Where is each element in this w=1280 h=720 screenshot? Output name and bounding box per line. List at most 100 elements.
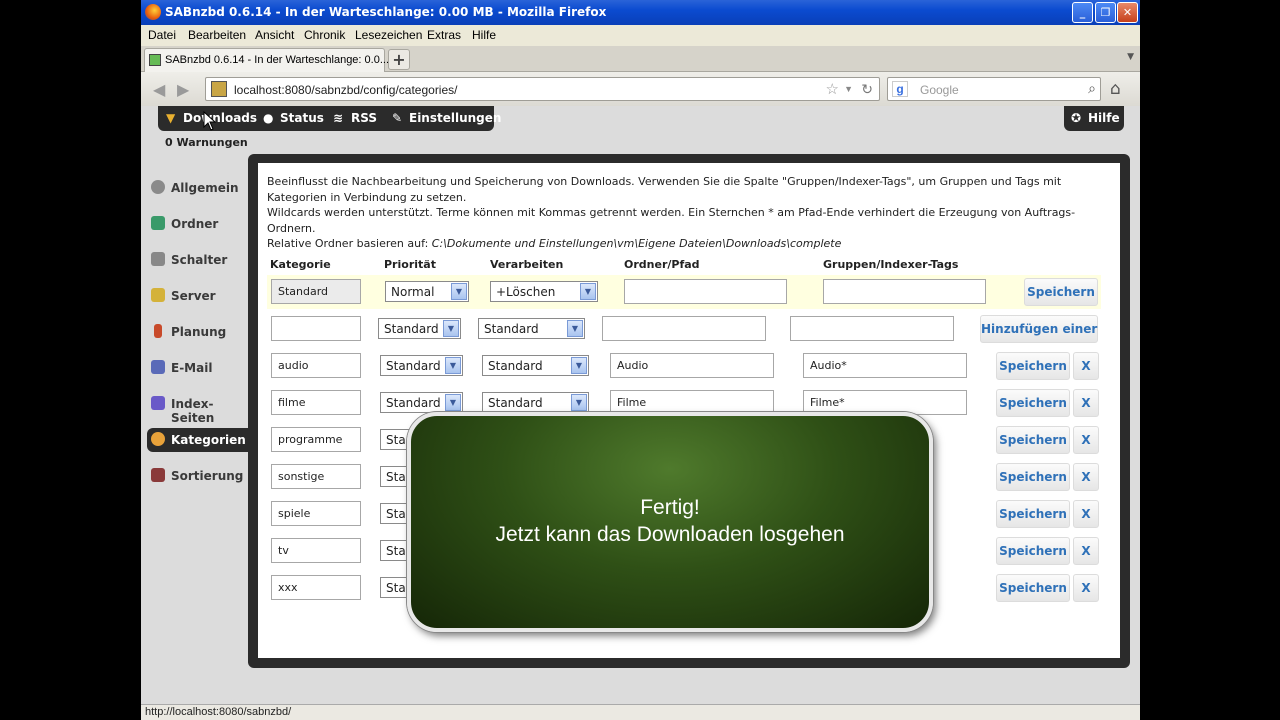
process-select[interactable]: +Löschen ▼ — [490, 281, 598, 302]
save-button[interactable]: Speichern — [996, 389, 1070, 417]
tags-field[interactable]: Audio* — [803, 353, 967, 378]
mail-icon — [151, 360, 165, 374]
nav-status[interactable]: Status — [280, 111, 324, 125]
delete-button[interactable]: X — [1073, 352, 1099, 380]
category-name-field[interactable]: programme — [271, 427, 361, 452]
back-arrow-icon[interactable]: ◀ — [153, 80, 165, 99]
save-button[interactable]: Speichern — [996, 537, 1070, 565]
home-icon[interactable]: ⌂ — [1110, 79, 1121, 99]
forward-arrow-icon[interactable]: ▶ — [177, 80, 189, 99]
save-button[interactable]: Speichern — [996, 352, 1070, 380]
search-icon[interactable]: ⌕ — [1088, 80, 1096, 97]
header-gruppen-tags: Gruppen/Indexer-Tags — [823, 258, 959, 271]
delete-button[interactable]: X — [1073, 537, 1099, 565]
table-row: audio Standard ▼ Standard ▼ Audio Audio* S… — [267, 349, 1101, 383]
sidebar-item-email[interactable]: E-Mail — [147, 356, 247, 380]
sidebar-item-label: E-Mail — [171, 361, 213, 375]
history-dropdown-icon[interactable]: ▼ — [844, 84, 853, 94]
menu-bearbeiten[interactable]: Bearbeiten — [188, 28, 246, 42]
delete-button[interactable]: X — [1073, 574, 1099, 602]
sidebar-item-label: Allgemein — [171, 181, 239, 195]
browser-tab[interactable]: SABnzbd 0.6.14 - In der Warteschlange: 0… — [144, 48, 389, 72]
category-name-field[interactable]: tv — [271, 538, 361, 563]
bookmark-star-icon[interactable]: ☆ — [826, 80, 839, 98]
tab-list-arrow-icon[interactable]: ▼ — [1127, 52, 1134, 62]
description: Beeinflusst die Nachbearbeitung und Spei… — [267, 174, 1107, 252]
priority-select[interactable]: Standard ▼ — [380, 392, 463, 413]
sabnzbd-favicon-icon — [149, 54, 161, 66]
category-name-field[interactable]: spiele — [271, 501, 361, 526]
address-bar[interactable]: localhost:8080/sabnzbd/config/categories… — [205, 77, 880, 101]
priority-select[interactable]: Standard ▼ — [380, 355, 463, 376]
tab-bar: SABnzbd 0.6.14 - In der Warteschlange: 0… — [141, 46, 1140, 72]
delete-button[interactable]: X — [1073, 426, 1099, 454]
menu-extras[interactable]: Extras — [427, 28, 461, 42]
sidebar-item-schalter[interactable]: Schalter — [147, 248, 247, 272]
search-placeholder: Google — [920, 83, 959, 97]
delete-button[interactable]: X — [1073, 500, 1099, 528]
chevron-down-icon: ▼ — [445, 394, 461, 411]
menu-datei[interactable]: Datei — [148, 28, 176, 42]
sidebar-item-server[interactable]: Server — [147, 284, 247, 308]
status-icon: ● — [263, 111, 274, 125]
site-identity-icon[interactable] — [211, 81, 227, 97]
nav-rss[interactable]: RSS — [351, 111, 377, 125]
new-category-name-field[interactable] — [271, 316, 361, 341]
google-engine-icon[interactable]: g — [892, 81, 908, 97]
process-value: Standard — [484, 322, 539, 336]
sidebar-item-label: Schalter — [171, 253, 228, 267]
priority-select[interactable]: Normal ▼ — [385, 281, 469, 302]
category-name-field[interactable]: filme — [271, 390, 361, 415]
add-category-button[interactable]: Hinzufügen einer — [980, 315, 1098, 343]
folder-field[interactable]: Audio — [610, 353, 774, 378]
header-kategorie: Kategorie — [270, 258, 331, 271]
new-tab-button[interactable]: + — [388, 49, 410, 70]
sidebar-item-ordner[interactable]: Ordner — [147, 212, 247, 236]
category-name-field[interactable]: Standard — [271, 279, 361, 304]
priority-value: Sta — [386, 433, 406, 447]
sidebar-item-planung[interactable]: Planung — [147, 320, 247, 344]
nav-downloads[interactable]: Downloads — [183, 111, 257, 125]
process-select[interactable]: Standard ▼ — [482, 392, 589, 413]
category-name-field[interactable]: audio — [271, 353, 361, 378]
server-icon — [151, 288, 165, 302]
nav-einstellungen[interactable]: Einstellungen — [409, 111, 501, 125]
menu-bar: Datei Bearbeiten Ansicht Chronik Lesezei… — [141, 25, 1140, 46]
menu-lesezeichen[interactable]: Lesezeichen — [355, 28, 422, 42]
warnings-count[interactable]: 0 Warnungen — [165, 136, 248, 149]
process-select[interactable]: Standard ▼ — [478, 318, 585, 339]
sidebar-item-label: Sortierung — [171, 469, 244, 483]
help-button[interactable]: ✪ Hilfe — [1064, 106, 1124, 131]
menu-chronik[interactable]: Chronik — [304, 28, 345, 42]
sidebar-item-kategorien[interactable]: Kategorien — [147, 428, 251, 452]
category-name-field[interactable]: sonstige — [271, 464, 361, 489]
tags-field[interactable] — [823, 279, 986, 304]
sidebar-item-sortierung[interactable]: Sortierung — [147, 464, 247, 488]
save-button[interactable]: Speichern — [996, 426, 1070, 454]
folder-field[interactable] — [602, 316, 766, 341]
delete-button[interactable]: X — [1073, 389, 1099, 417]
sidebar-item-index-seiten[interactable]: Index-Seiten — [147, 392, 247, 425]
save-button[interactable]: Speichern — [996, 463, 1070, 491]
search-bar[interactable]: g Google ⌕ — [887, 77, 1101, 101]
category-name-field[interactable]: xxx — [271, 575, 361, 600]
tags-field[interactable] — [790, 316, 954, 341]
save-button[interactable]: Speichern — [1024, 278, 1098, 306]
maximize-button[interactable]: ❐ — [1095, 2, 1116, 23]
delete-button[interactable]: X — [1073, 463, 1099, 491]
minimize-button[interactable]: _ — [1072, 2, 1093, 23]
title-bar: SABnzbd 0.6.14 - In der Warteschlange: 0… — [141, 0, 1140, 25]
save-button[interactable]: Speichern — [996, 574, 1070, 602]
menu-ansicht[interactable]: Ansicht — [255, 28, 294, 42]
wrench-icon: ✎ — [392, 111, 403, 125]
sidebar-item-allgemein[interactable]: Allgemein — [147, 176, 247, 200]
folder-field[interactable] — [624, 279, 787, 304]
save-button[interactable]: Speichern — [996, 500, 1070, 528]
process-select[interactable]: Standard ▼ — [482, 355, 589, 376]
menu-hilfe[interactable]: Hilfe — [472, 28, 496, 42]
priority-select[interactable]: Standard ▼ — [378, 318, 461, 339]
priority-value: Sta — [386, 544, 406, 558]
reload-icon[interactable]: ↻ — [861, 81, 873, 98]
window-title: SABnzbd 0.6.14 - In der Warteschlange: 0… — [165, 5, 607, 19]
close-button[interactable]: ✕ — [1117, 2, 1138, 23]
